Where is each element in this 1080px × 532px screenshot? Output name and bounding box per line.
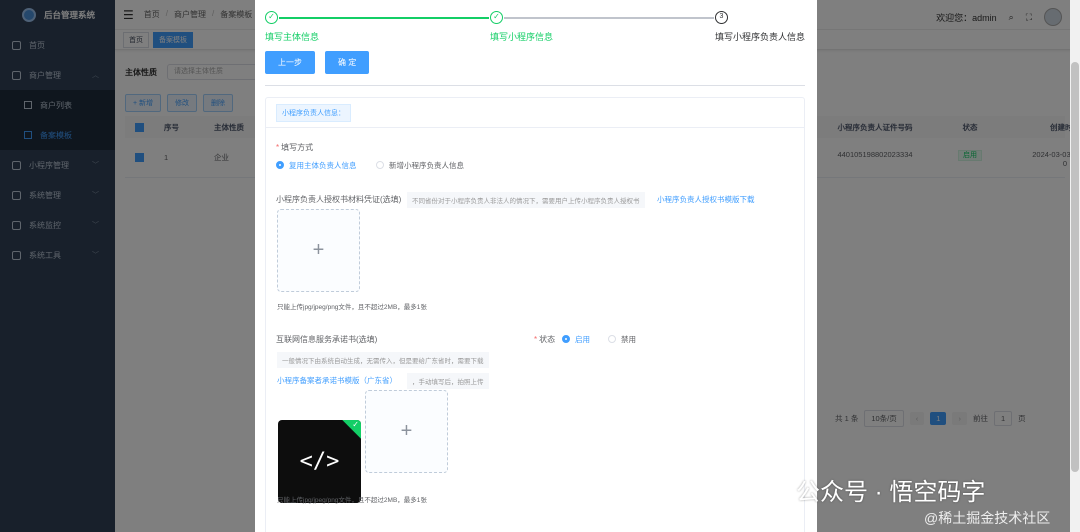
dialog-actions: 上一步 确 定 bbox=[265, 51, 370, 74]
page-scrollbar[interactable] bbox=[1070, 0, 1080, 532]
step-1-title: 填写主体信息 bbox=[265, 32, 320, 42]
step-line-1 bbox=[279, 17, 489, 19]
radio-checked-icon bbox=[276, 160, 284, 169]
authorization-upload[interactable]: + bbox=[277, 209, 360, 292]
scrollbar-thumb[interactable] bbox=[1071, 62, 1079, 472]
radio-unchecked-icon bbox=[608, 334, 616, 343]
confirm-button[interactable]: 确 定 bbox=[325, 51, 370, 74]
option-label: 复用主体负责人信息 bbox=[289, 161, 357, 171]
fill-method-option-reuse[interactable]: 复用主体负责人信息 bbox=[276, 160, 357, 171]
option-label: 启用 bbox=[575, 335, 590, 345]
principal-card: 小程序负责人信息： * 填写方式 复用主体负责人信息 新增小程序负责人信息 小程序… bbox=[265, 97, 805, 532]
wechat-icon bbox=[752, 475, 788, 504]
commitment-hint: 一般情况下由系统自动生成，无需传入，但是要给广东省时，需要下载 bbox=[277, 352, 489, 368]
fill-method-option-new[interactable]: 新增小程序负责人信息 bbox=[376, 160, 464, 171]
step-3-number: 3 bbox=[715, 11, 728, 24]
option-label: 禁用 bbox=[621, 335, 636, 345]
status-option-enabled[interactable]: 启用 bbox=[562, 334, 590, 345]
status-option-disabled[interactable]: 禁用 bbox=[608, 334, 636, 345]
authorization-label: 小程序负责人授权书材料凭证(选填) bbox=[276, 195, 402, 204]
check-icon: ✓ bbox=[490, 11, 503, 24]
watermark-community: @稀土掘金技术社区 bbox=[924, 510, 1051, 526]
fill-method-label: * 填写方式 bbox=[276, 143, 314, 152]
radio-checked-icon bbox=[562, 334, 570, 343]
status-label: * 状态 bbox=[534, 335, 556, 344]
filing-dialog: ✓ ✓ 3 填写主体信息 填写小程序信息 填写小程序负责人信息 上一步 确 定 … bbox=[255, 0, 817, 532]
uploaded-image-thumbnail[interactable]: </> ✓ bbox=[278, 420, 361, 503]
divider bbox=[265, 85, 805, 86]
option-label: 新增小程序负责人信息 bbox=[389, 161, 464, 171]
step-3-title: 填写小程序负责人信息 bbox=[715, 32, 806, 42]
radio-unchecked-icon bbox=[376, 160, 384, 169]
authorization-template-link[interactable]: 小程序负责人授权书模版下载 bbox=[657, 194, 755, 205]
commitment-template-link[interactable]: 小程序备案者承诺书模版（广东省） bbox=[277, 375, 397, 386]
check-icon: ✓ bbox=[265, 11, 278, 24]
check-icon: ✓ bbox=[352, 420, 359, 429]
step-line-2 bbox=[504, 17, 714, 19]
step-2-title: 填写小程序信息 bbox=[490, 32, 554, 42]
commitment-upload-tip: 只能上传jpg/jpeg/png文件，且不超过2MB，最多1张 bbox=[277, 497, 427, 504]
steps: ✓ ✓ 3 填写主体信息 填写小程序信息 填写小程序负责人信息 bbox=[255, 0, 817, 45]
code-icon: </> bbox=[299, 449, 340, 474]
section-tag: 小程序负责人信息： bbox=[276, 103, 351, 122]
plus-icon: + bbox=[312, 239, 325, 261]
fill-method-label-text: 填写方式 bbox=[281, 143, 314, 152]
prev-step-button[interactable]: 上一步 bbox=[265, 51, 315, 74]
plus-icon: + bbox=[400, 420, 413, 442]
commitment-template-hint: ，手动填写后，拍照上传 bbox=[407, 373, 489, 389]
watermark-text: 公众号 · 悟空码字 bbox=[796, 479, 986, 506]
watermark-account: 公众号 · 悟空码字 bbox=[752, 472, 985, 507]
status-label-text: 状态 bbox=[539, 335, 556, 344]
commitment-label: 互联网信息服务承诺书(选填) bbox=[276, 335, 378, 344]
commitment-upload[interactable]: + bbox=[365, 390, 448, 473]
authorization-upload-tip: 只能上传jpg/jpeg/png文件，且不超过2MB，最多1张 bbox=[277, 304, 427, 311]
authorization-hint: 不同省份对于小程序负责人非法人的情况下，需要用户上传小程序负责人授权书 bbox=[407, 192, 645, 208]
card-header: 小程序负责人信息： bbox=[266, 98, 804, 128]
